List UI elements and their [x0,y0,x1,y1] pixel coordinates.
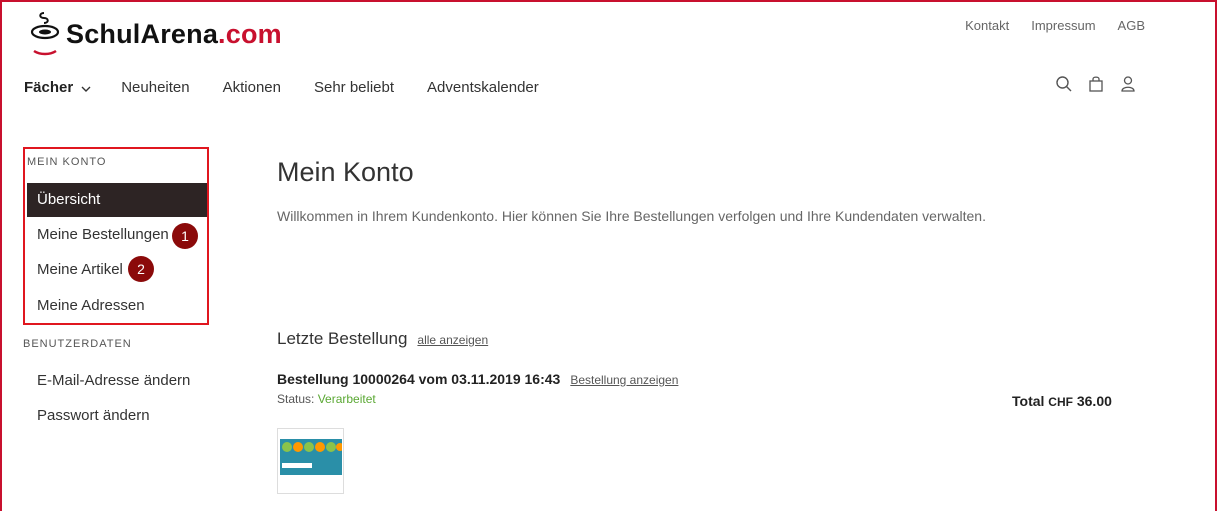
total-value: 36.00 [1076,393,1112,409]
welcome-text: Willkommen in Ihrem Kundenkonto. Hier kö… [277,208,986,224]
site-logo[interactable]: SchulArena.com [30,12,282,56]
order-total: Total CHF 36.00 [1012,393,1112,409]
last-order-heading: Letzte Bestellung alle anzeigen [277,329,488,349]
site-logo-text: SchulArena.com [66,19,282,50]
flask-logo-icon [30,11,60,57]
step-badge-2: 2 [128,256,154,282]
order-title: Bestellung 10000264 vom 03.11.2019 16:43 [277,371,561,387]
bag-icon[interactable] [1087,75,1105,93]
sidebar-item-artikel[interactable]: Meine Artikel [27,253,207,287]
last-order-title: Letzte Bestellung [277,329,408,348]
sidebar-heading-account: MEIN KONTO [27,156,107,168]
logo-name: SchulArena [66,18,219,49]
link-agb[interactable]: AGB [1118,18,1145,33]
user-icon[interactable] [1119,75,1137,93]
nav-neuheiten[interactable]: Neuheiten [121,79,189,96]
product-thumbnail[interactable] [277,428,344,494]
search-icon[interactable] [1055,75,1073,93]
nav-aktionen[interactable]: Aktionen [223,79,281,96]
page-title: Mein Konto [277,157,414,187]
nav-sehr-beliebt[interactable]: Sehr beliebt [314,79,394,96]
main-nav: Fächer Neuheiten Aktionen Sehr beliebt A… [24,79,572,97]
logo-domain: .com [218,18,282,49]
status-value: Verarbeitet [317,392,376,406]
status-label: Status: [277,392,315,406]
total-label: Total [1012,393,1045,409]
header-icons [1055,75,1137,93]
order-status: Status: Verarbeitet [277,392,376,406]
show-all-link[interactable]: alle anzeigen [417,333,488,347]
nav-faecher[interactable]: Fächer [24,79,91,97]
sidebar-item-adressen[interactable]: Meine Adressen [27,289,207,323]
nav-faecher-label: Fächer [24,79,74,96]
link-kontakt[interactable]: Kontakt [965,18,1009,33]
top-links: Kontakt Impressum AGB [965,18,1145,33]
sidebar-item-passwort[interactable]: Passwort ändern [27,399,207,433]
sidebar-item-email[interactable]: E-Mail-Adresse ändern [27,364,207,398]
sidebar-item-uebersicht[interactable]: Übersicht [27,183,207,217]
show-order-link[interactable]: Bestellung anzeigen [570,373,678,387]
nav-adventskalender[interactable]: Adventskalender [427,79,539,96]
order-line: Bestellung 10000264 vom 03.11.2019 16:43… [277,371,678,387]
total-currency: CHF [1048,395,1073,409]
chevron-down-icon [81,80,91,97]
sidebar-heading-user: BENUTZERDATEN [23,338,132,350]
step-badge-1: 1 [172,223,198,249]
link-impressum[interactable]: Impressum [1031,18,1095,33]
product-image [280,439,342,475]
